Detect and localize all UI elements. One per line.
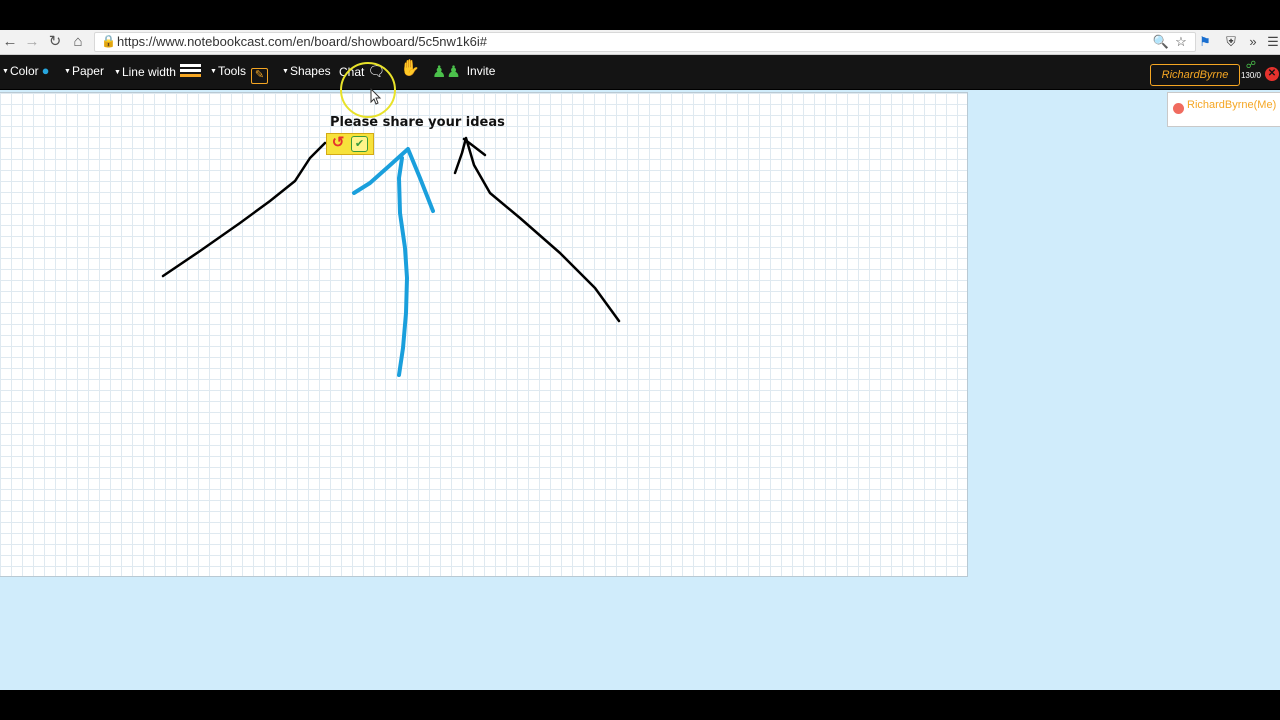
drawing-layer [161,136,621,377]
lock-icon: 🔒 [101,34,116,48]
app-toolbar: ▼Color ● ▼Paper ▼Line width ▼Tools ✎ ▼Shap… [0,55,1280,89]
workspace-area: Please share your ideas ↺ ✔ RichardByrne… [0,90,1280,690]
line-width-menu[interactable]: ▼Line width [114,64,201,82]
home-button[interactable]: ⌂ [68,32,88,52]
dropdown-triangle-icon: ▼ [114,69,121,76]
tools-menu[interactable]: ▼Tools ✎ [210,64,268,84]
window-top-bar [0,0,1280,30]
invite-label: Invite [466,64,496,78]
color-menu[interactable]: ▼Color ● [2,64,49,82]
extension-shield-icon[interactable]: ⛨ [1222,33,1240,51]
black-stroke-left [161,141,327,278]
blue-arrow-shaft [397,156,409,377]
current-user-badge[interactable]: RichardByrne [1150,64,1240,86]
dropdown-triangle-icon: ▼ [2,68,9,75]
undo-icon[interactable]: ↺ [330,135,346,151]
line-width-icon [179,64,201,80]
browser-menu-icon[interactable]: ☰ [1264,33,1280,51]
shapes-menu[interactable]: ▼Shapes [282,64,331,82]
url-field[interactable]: 🔒 https://www.notebookcast.com/en/board/… [94,32,1196,52]
reload-button[interactable]: ↻ [45,32,65,52]
bookmark-star-icon[interactable]: ☆ [1172,33,1190,51]
tools-label: Tools [217,64,246,78]
hand-icon: ✋ [400,60,420,77]
exit-icon[interactable]: ✕ [1265,67,1279,81]
hand-pan-button[interactable]: ✋ [400,60,420,80]
color-label: Color [9,64,39,78]
whiteboard-canvas[interactable]: Please share your ideas ↺ ✔ [0,92,968,577]
blue-arrow-head [352,147,435,213]
black-arrow-head [462,137,487,157]
board-text-note[interactable]: Please share your ideas [330,115,505,130]
connection-indicator: ☍ 130/0 [1240,61,1262,85]
cursor-highlight-ring [340,62,396,118]
pencil-icon: ✎ [250,68,268,84]
extensions-overflow-icon[interactable]: » [1244,33,1262,51]
line-width-label: Line width [121,65,176,79]
extension-megaphone-icon[interactable]: ⚑ [1196,33,1214,51]
window-bottom-bar [0,690,1280,720]
water-drop-icon: ● [41,63,50,78]
text-edit-controls: ↺ ✔ [326,133,374,155]
users-panel: RichardByrne(Me) [1167,92,1280,127]
confirm-check-icon[interactable]: ✔ [351,136,368,152]
url-text: https://www.notebookcast.com/en/board/sh… [117,34,487,49]
back-button[interactable]: ← [0,32,20,52]
user-status-dot [1173,103,1184,114]
invite-button[interactable]: ♟♟ Invite [432,64,495,82]
black-arrow-right [453,136,621,323]
paper-label: Paper [71,64,104,78]
user-entry[interactable]: RichardByrne(Me) [1187,99,1276,111]
dropdown-triangle-icon: ▼ [210,68,217,75]
connection-icon: ☍ [1245,60,1257,71]
search-page-icon[interactable]: 🔍 [1152,33,1170,51]
mouse-pointer-icon [370,88,382,105]
dropdown-triangle-icon: ▼ [64,68,71,75]
forward-button[interactable]: → [22,32,42,52]
shapes-label: Shapes [289,64,331,78]
dropdown-triangle-icon: ▼ [282,68,289,75]
connection-stat: 130/0 [1240,71,1262,80]
people-icon: ♟♟ [432,64,461,81]
browser-address-row: ← → ↻ ⌂ 🔒 https://www.notebookcast.com/e… [0,30,1280,55]
paper-menu[interactable]: ▼Paper [64,64,104,82]
